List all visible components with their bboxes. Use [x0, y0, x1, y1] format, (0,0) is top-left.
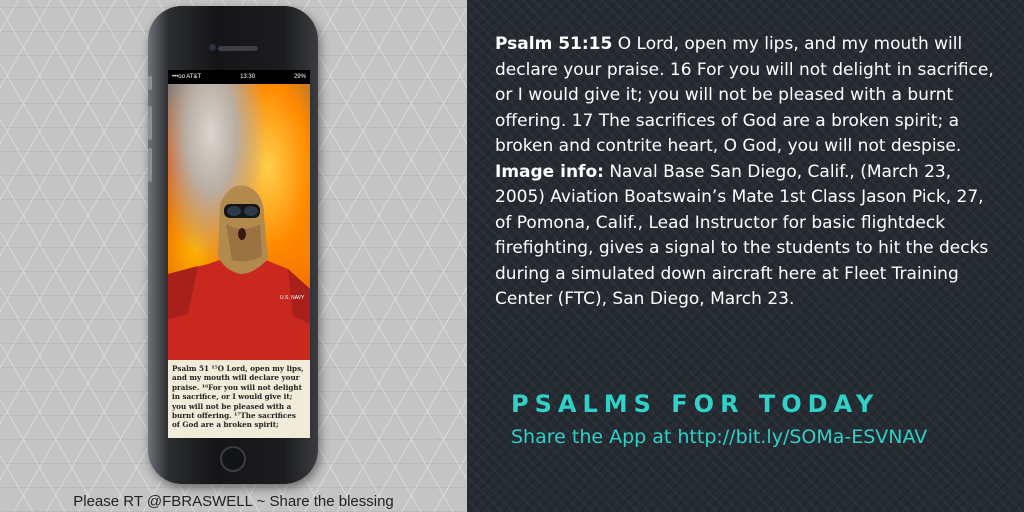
phone-screen: •••oo AT&T 13:30 29% U.S. NAVY Psalm 51 … — [168, 70, 310, 438]
clock-label: 13:30 — [240, 74, 256, 80]
right-panel: Psalm 51:15 O Lord, open my lips, and my… — [467, 0, 1024, 512]
psalms-for-today-title: PSALMS FOR TODAY — [511, 390, 880, 418]
phone-mockup: •••oo AT&T 13:30 29% U.S. NAVY Psalm 51 … — [148, 6, 318, 484]
volume-up-button — [148, 106, 152, 140]
earpiece-speaker — [218, 46, 258, 51]
volume-down-button — [148, 148, 152, 182]
uniform-patch-text: U.S. NAVY — [280, 295, 305, 301]
left-panel: •••oo AT&T 13:30 29% U.S. NAVY Psalm 51 … — [0, 0, 467, 512]
scripture-caption-card: Psalm 51 ¹⁵O Lord, open my lips, and my … — [168, 360, 310, 438]
image-info-label: Image info: — [495, 161, 604, 182]
verse-reference: Psalm 51:15 — [495, 34, 613, 54]
status-bar: •••oo AT&T 13:30 29% — [168, 70, 310, 84]
verse-text-block: Psalm 51:15 O Lord, open my lips, and my… — [495, 32, 1005, 313]
firefighter-figure: U.S. NAVY — [168, 185, 310, 360]
home-button — [220, 446, 246, 472]
share-app-link: Share the App at http://bit.ly/SOMa-ESVN… — [511, 426, 928, 448]
caption-text: Psalm 51 ¹⁵O Lord, open my lips, and my … — [172, 364, 304, 430]
promo-graphic: •••oo AT&T 13:30 29% U.S. NAVY Psalm 51 … — [0, 0, 1024, 512]
mute-switch — [148, 76, 152, 90]
carrier-label: •••oo AT&T — [172, 74, 202, 80]
image-info-body: Naval Base San Diego, Calif., (March 23,… — [495, 161, 989, 310]
front-camera-icon — [209, 44, 216, 51]
battery-label: 29% — [293, 74, 306, 80]
firefighter-photo: U.S. NAVY — [168, 84, 310, 360]
retweet-footer: Please RT @FBRASWELL ~ Share the blessin… — [73, 493, 394, 510]
